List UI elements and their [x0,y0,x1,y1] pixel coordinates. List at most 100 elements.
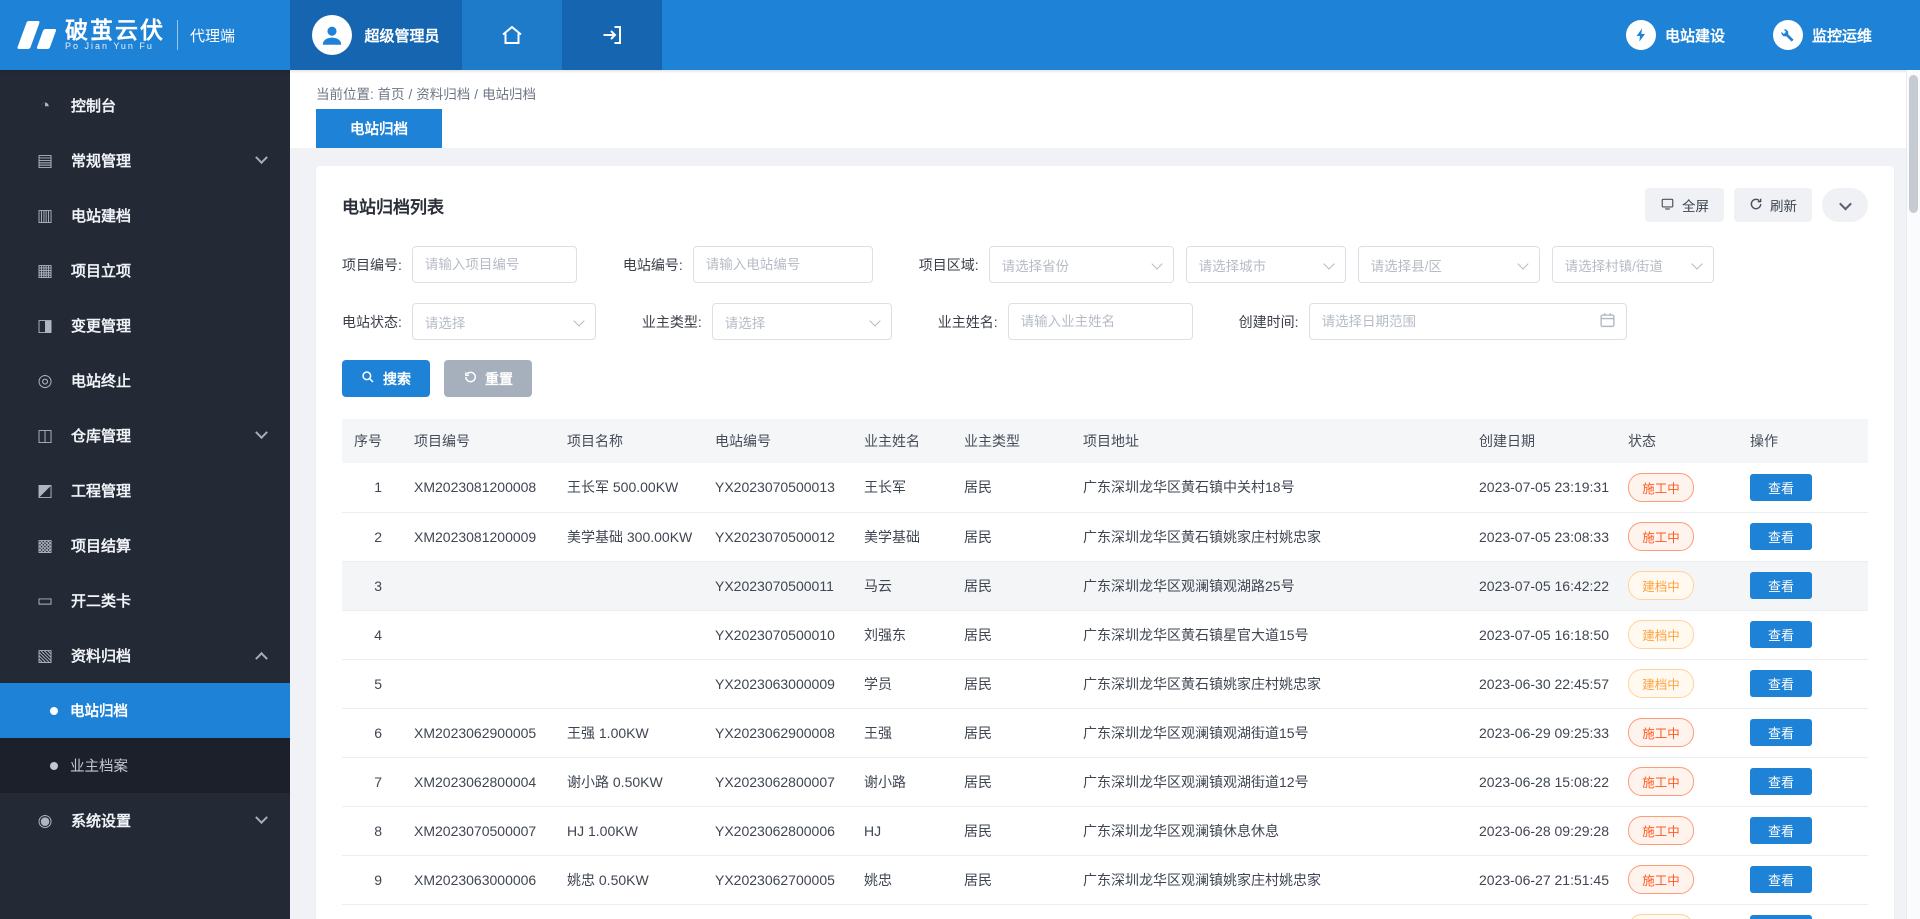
cell-station-no: YX2023062700005 [705,855,854,904]
breadcrumb-prefix: 当前位置: [316,87,374,102]
owner-type-select[interactable]: 请选择 [712,303,892,340]
panel-toolbar: 全屏 刷新 [1635,188,1868,222]
cell-owner-name: 王长军 [854,463,954,512]
view-button[interactable]: 查看 [1750,866,1812,893]
cell-index: 7 [342,757,404,806]
region-selects: 请选择省份请选择城市 请选择县/区 请选择村镇/街道 [989,246,1714,283]
chevron-down-icon [255,151,268,164]
created-time-input[interactable] [1309,303,1627,340]
bullet-icon [50,707,58,715]
cell-project-name: HJ 1.00KW [557,806,705,855]
fullscreen-button[interactable]: 全屏 [1645,188,1724,222]
status-badge: 建档中 [1628,669,1694,698]
home-icon [500,23,524,47]
view-button[interactable]: 查看 [1750,915,1812,919]
view-button[interactable]: 查看 [1750,572,1812,599]
cell-project-no: XM2023062900005 [404,708,557,757]
table-row: 3 YX2023070500011 马云 居民 广东深圳龙华区观澜镇观湖路25号… [342,561,1868,610]
table-row: 9 XM2023063000006 姚忠 0.50KW YX2023062700… [342,855,1868,904]
cell-address: 广东深圳龙华区黄石镇姚家庄村姚忠家 [1073,659,1469,708]
dashboard-icon: ◔ [34,96,56,116]
column-header: 状态 [1618,419,1740,463]
view-button[interactable]: 查看 [1750,768,1812,795]
station-status-select[interactable]: 请选择 [412,303,596,340]
breadcrumb-item[interactable]: 首页 [378,87,405,102]
calc-icon: ▩ [34,536,56,556]
table-row: 1 XM2023081200008 王长军 500.00KW YX2023070… [342,463,1868,512]
portal-label: 代理端 [190,25,235,46]
cell-address: 广东深圳龙华区观澜镇姚家庄村姚忠家 [1073,904,1469,919]
cell-owner-name: 马云 [854,561,954,610]
wrench-icon [1780,28,1795,43]
table-row: 10 YX2023062500004 姚忠 居民 广东深圳龙华区观澜镇姚家庄村姚… [342,904,1868,919]
nav-station-build[interactable]: 电站建设 [1626,0,1725,70]
select-placeholder: 请选择 [425,312,466,332]
column-header: 项目地址 [1073,419,1469,463]
sidebar-item-engineering-mgmt[interactable]: ◩ 工程管理 [0,463,290,518]
view-button[interactable]: 查看 [1750,670,1812,697]
tab-station-archive[interactable]: 电站归档 [316,109,442,148]
cell-project-no: XM2023063000006 [404,855,557,904]
fullscreen-icon [1660,197,1675,214]
view-button[interactable]: 查看 [1750,817,1812,844]
logout-button[interactable] [562,0,662,70]
nav-monitor-ops[interactable]: 监控运维 [1773,0,1872,70]
cell-created: 2023-06-30 22:45:57 [1469,659,1618,708]
sidebar-item-project-initiation[interactable]: ▦ 项目立项 [0,243,290,298]
station-no-input[interactable] [693,246,873,283]
screen-icon: ▤ [34,151,56,171]
region-select-3[interactable]: 请选择县/区 [1358,246,1540,283]
sidebar-item-console[interactable]: ◔ 控制台 [0,78,290,133]
logo-title: 破茧云伏 [65,18,165,42]
scrollbar-thumb[interactable] [1909,75,1918,213]
archive-table: 序号项目编号项目名称电站编号业主姓名业主类型项目地址创建日期状态操作 1 XM2… [342,419,1868,919]
refresh-button[interactable]: 刷新 [1734,188,1812,222]
sidebar-item-change-mgmt[interactable]: ◨ 变更管理 [0,298,290,353]
status-badge: 建档中 [1628,620,1694,649]
home-button[interactable] [462,0,562,70]
select-placeholder: 请选择县/区 [1371,255,1442,275]
top-header: 破茧云伏 Po Jian Yun Fu 代理端 超级管理员 [0,0,1920,70]
view-button[interactable]: 查看 [1750,621,1812,648]
region-select-1[interactable]: 请选择省份 [989,246,1174,283]
sidebar-subitem-station-archive[interactable]: 电站归档 [0,683,290,738]
cell-address: 广东深圳龙华区黄石镇中关村18号 [1073,463,1469,512]
reset-button-label: 重置 [485,369,513,389]
sidebar-item-system-settings[interactable]: ◉ 系统设置 [0,793,290,848]
cell-address: 广东深圳龙华区观澜镇观湖街道12号 [1073,757,1469,806]
collapse-button[interactable] [1822,188,1868,222]
chevron-down-icon [1839,197,1852,210]
cell-index: 8 [342,806,404,855]
station-no-label: 电站编号: [623,255,683,275]
view-button[interactable]: 查看 [1750,719,1812,746]
cell-index: 4 [342,610,404,659]
sidebar-item-station-terminate[interactable]: ◎ 电站终止 [0,353,290,408]
cell-owner-name: 刘强东 [854,610,954,659]
sidebar-item-project-settlement[interactable]: ▩ 项目结算 [0,518,290,573]
gear-icon: ◉ [34,811,56,831]
search-icon [361,370,375,387]
sidebar-item-second-card[interactable]: ▭ 开二类卡 [0,573,290,628]
table-header-row: 序号项目编号项目名称电站编号业主姓名业主类型项目地址创建日期状态操作 [342,419,1868,463]
sidebar-item-data-archive[interactable]: ▧ 资料归档 [0,628,290,683]
breadcrumb-item[interactable]: 电站归档 [482,87,536,102]
breadcrumb: 当前位置: 首页/资料归档/电站归档 [316,70,1894,103]
sidebar-subitem-owner-archive[interactable]: 业主档案 [0,738,290,793]
project-no-input[interactable] [412,246,577,283]
search-button[interactable]: 搜索 [342,360,430,397]
reset-button[interactable]: 重置 [444,360,532,397]
region-select-4[interactable]: 请选择村镇/街道 [1552,246,1714,283]
view-button[interactable]: 查看 [1750,523,1812,550]
region-select-2[interactable]: 请选择城市 [1186,246,1346,283]
sidebar-item-warehouse-mgmt[interactable]: ◫ 仓库管理 [0,408,290,463]
logout-icon [600,23,624,47]
table-row: 8 XM2023070500007 HJ 1.00KW YX2023062800… [342,806,1868,855]
scrollbar[interactable] [1906,70,1920,919]
breadcrumb-item[interactable]: 资料归档 [416,87,470,102]
status-badge: 施工中 [1628,865,1694,894]
sidebar-item-station-create[interactable]: ▥ 电站建档 [0,188,290,243]
sidebar-item-general-mgmt[interactable]: ▤ 常规管理 [0,133,290,188]
owner-name-input[interactable] [1008,303,1193,340]
view-button[interactable]: 查看 [1750,474,1812,501]
user-menu[interactable]: 超级管理员 [290,0,462,70]
